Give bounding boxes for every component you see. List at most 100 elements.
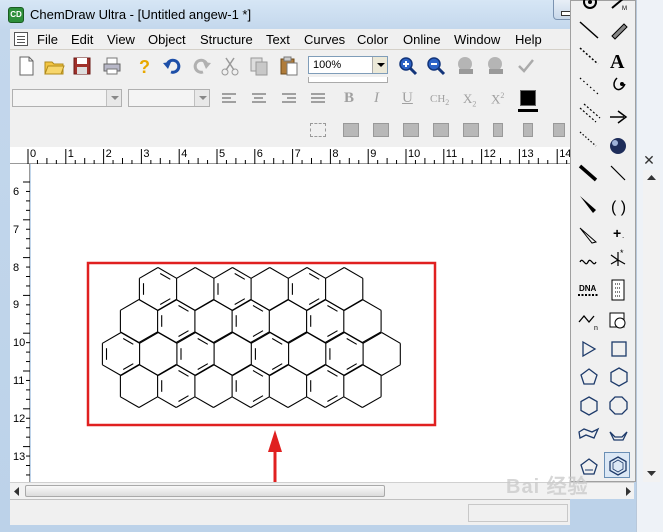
bond[interactable] (269, 267, 289, 279)
acyclic-chain-icon[interactable]: n (578, 314, 598, 332)
bond[interactable] (175, 331, 196, 343)
bond[interactable] (175, 396, 196, 408)
bond[interactable] (381, 364, 401, 376)
bond[interactable] (269, 396, 289, 408)
new-doc-icon[interactable] (15, 55, 37, 77)
hashed-wedge-icon[interactable] (580, 196, 596, 213)
align-bottom-icon[interactable] (553, 123, 565, 137)
bond[interactable] (343, 267, 364, 279)
bond[interactable] (362, 396, 382, 408)
bond[interactable] (213, 364, 233, 376)
formula-button[interactable]: CH2 (430, 93, 449, 107)
bond[interactable] (176, 267, 196, 279)
bond[interactable] (213, 332, 233, 344)
zoom-out-icon[interactable] (425, 55, 447, 77)
eraser-icon[interactable]: M (611, 0, 627, 12)
font-select[interactable] (12, 89, 122, 107)
bond[interactable] (362, 331, 382, 343)
bond[interactable] (138, 299, 158, 311)
bond[interactable] (250, 267, 270, 279)
bold-button[interactable]: B (344, 90, 354, 107)
bond[interactable] (250, 396, 270, 408)
menu-view[interactable]: View (107, 32, 135, 47)
bond[interactable] (231, 396, 251, 408)
bond[interactable] (138, 364, 158, 376)
bond[interactable] (138, 331, 158, 343)
cut-icon[interactable] (219, 55, 241, 77)
bond[interactable] (325, 267, 345, 279)
bond[interactable] (102, 332, 122, 344)
multi-bond-icon[interactable] (579, 103, 601, 123)
double-bond[interactable] (252, 395, 264, 402)
menu-structure[interactable]: Structure (200, 32, 253, 47)
menu-online[interactable]: Online (403, 32, 441, 47)
double-bond[interactable] (178, 395, 189, 402)
bond[interactable] (306, 267, 326, 279)
save-icon[interactable] (71, 55, 93, 77)
radical-icon[interactable] (610, 138, 626, 154)
bond[interactable] (120, 396, 140, 408)
octagon-icon[interactable] (609, 396, 628, 415)
arrow-icon[interactable] (610, 110, 628, 124)
bond[interactable] (213, 396, 233, 408)
bond[interactable] (287, 396, 307, 408)
double-bond[interactable] (308, 273, 320, 280)
chevron-down-icon[interactable] (194, 90, 209, 106)
bond[interactable] (250, 299, 270, 311)
text-tool-icon[interactable]: A (610, 51, 625, 73)
bond[interactable] (176, 332, 196, 344)
bond[interactable] (139, 332, 159, 344)
close-icon[interactable]: ✕ (639, 150, 659, 170)
lasso-icon[interactable] (583, 0, 597, 9)
bond[interactable] (194, 299, 214, 311)
align-icon[interactable] (463, 123, 479, 137)
bond[interactable] (195, 332, 215, 344)
bond[interactable] (120, 332, 140, 344)
undo-icon[interactable] (161, 55, 183, 77)
square-icon[interactable] (611, 341, 627, 357)
structure-to-name-icon[interactable] (455, 55, 477, 77)
plus-charge-icon[interactable]: +. (613, 225, 624, 241)
bond[interactable] (232, 267, 252, 279)
cyclohexane-boat-icon[interactable] (609, 431, 628, 441)
app-icon[interactable]: CD (8, 7, 24, 23)
underline-button[interactable]: U (402, 90, 413, 107)
bond[interactable] (139, 267, 159, 279)
bond[interactable] (287, 299, 307, 311)
color-swatch[interactable] (520, 90, 536, 106)
bond[interactable] (269, 332, 289, 344)
bond[interactable] (287, 364, 307, 376)
triangle-icon[interactable] (582, 340, 597, 358)
bond[interactable] (251, 332, 271, 344)
scroll-down-icon[interactable] (643, 466, 660, 481)
dashed-bond-icon[interactable] (579, 47, 599, 65)
zoom-in-icon[interactable] (397, 55, 419, 77)
bond[interactable] (175, 364, 196, 376)
name-to-structure-icon[interactable] (485, 55, 507, 77)
bond[interactable] (287, 331, 307, 343)
benzene-ring-icon[interactable] (609, 456, 627, 476)
menu-file[interactable]: File (37, 32, 58, 47)
template-icon[interactable] (609, 312, 626, 329)
bond[interactable] (213, 267, 233, 279)
bond[interactable] (157, 364, 177, 376)
redo-icon[interactable] (191, 55, 213, 77)
menu-color[interactable]: Color (357, 32, 388, 47)
vertical-scrollbar[interactable] (643, 170, 660, 482)
group-icon[interactable] (310, 123, 326, 137)
bring-forward-icon[interactable] (343, 123, 359, 137)
double-bond[interactable] (178, 330, 189, 337)
justify-icon[interactable] (311, 93, 325, 105)
bond[interactable] (120, 299, 140, 311)
align-left-icon[interactable] (222, 93, 236, 105)
charge-icon[interactable]: ( ) (611, 199, 626, 216)
atom-map-icon[interactable]: * (610, 248, 626, 266)
menu-object[interactable]: Object (148, 32, 186, 47)
pen-icon[interactable] (611, 23, 628, 40)
rotate-icon[interactable] (433, 123, 449, 137)
bond[interactable] (362, 364, 382, 376)
molecule-structure[interactable] (31, 164, 570, 482)
bond[interactable] (157, 396, 177, 408)
bond[interactable] (306, 332, 327, 344)
bond[interactable] (362, 332, 382, 344)
